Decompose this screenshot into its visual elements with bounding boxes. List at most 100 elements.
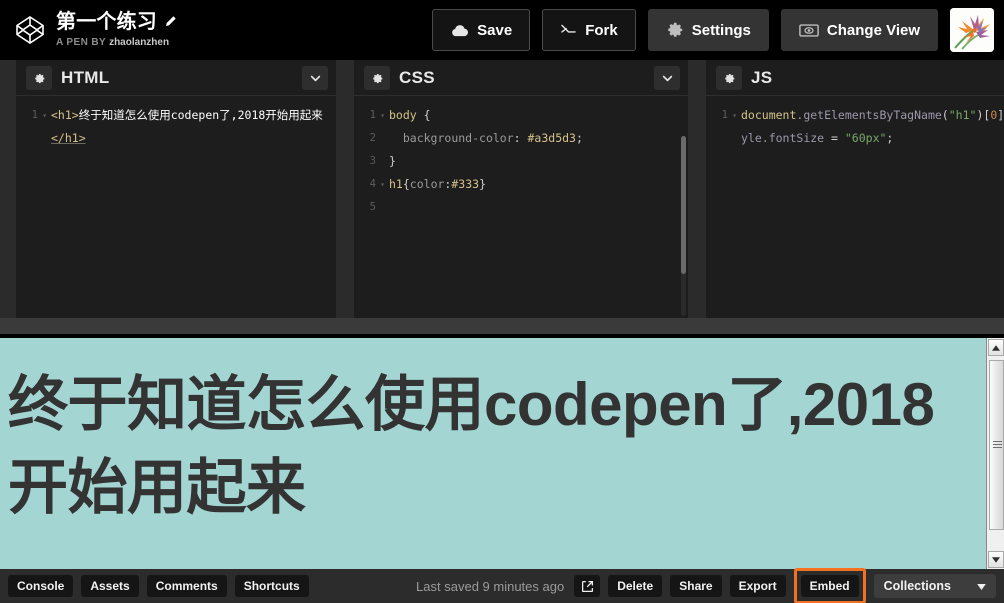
share-button[interactable]: Share — [670, 575, 722, 597]
pen-brand: 第一个练习 A PEN BY zhaolanzhen — [0, 11, 177, 50]
code-token: #a3d5d3 — [527, 131, 576, 145]
editor-pane-css: CSS 1 ▾ body { 2 background-color: #a3d5… — [354, 60, 688, 318]
pen-byline: A PEN BY zhaolanzhen — [56, 36, 177, 50]
byline-prefix: A PEN BY — [56, 36, 106, 48]
assets-button[interactable]: Assets — [81, 575, 139, 597]
code-token: "h1" — [948, 108, 977, 122]
save-button[interactable]: Save — [432, 9, 531, 51]
export-button[interactable]: Export — [729, 575, 786, 597]
save-button-label: Save — [477, 21, 513, 39]
line-number: 2 — [369, 132, 376, 144]
pen-title-block: 第一个练习 A PEN BY zhaolanzhen — [56, 11, 177, 50]
gear-icon[interactable] — [364, 66, 390, 90]
fold-toggle-icon[interactable]: ▾ — [376, 104, 389, 127]
fork-button[interactable]: Fork — [542, 9, 636, 51]
code-token: background-color — [389, 131, 514, 145]
fork-icon — [560, 23, 577, 38]
bottom-bar: Console Assets Comments Shortcuts Last s… — [0, 568, 1004, 603]
editor-scrollbar-css[interactable] — [681, 136, 686, 316]
embed-button[interactable]: Embed — [800, 575, 859, 597]
code-text: h1{color:#333} — [389, 173, 688, 196]
console-button[interactable]: Console — [8, 575, 74, 597]
code-line: 5 — [354, 196, 688, 219]
codepen-logo-icon[interactable] — [14, 14, 46, 46]
collections-label: Collections — [883, 579, 951, 593]
code-text: background-color: #a3d5d3; — [389, 127, 688, 150]
left-gutter — [0, 60, 16, 318]
pen-author[interactable]: zhaolanzhen — [109, 37, 169, 48]
pane-divider[interactable] — [688, 60, 706, 318]
code-token: </h1> — [51, 131, 86, 145]
avatar[interactable] — [950, 8, 994, 52]
settings-button-label: Settings — [691, 21, 751, 39]
settings-button[interactable]: Settings — [647, 9, 769, 51]
comments-button[interactable]: Comments — [146, 575, 227, 597]
code-line: 1 ▾ document.getElementsByTagName("h1")[… — [706, 104, 1004, 150]
delete-button[interactable]: Delete — [608, 575, 663, 597]
top-bar-actions: Save Fork Settings Change View — [432, 0, 1004, 60]
pane-divider[interactable] — [336, 60, 354, 318]
code-text: body { — [389, 104, 688, 127]
code-token: color — [409, 177, 445, 191]
code-area-js[interactable]: 1 ▾ document.getElementsByTagName("h1")[… — [706, 96, 1004, 318]
code-token: ; — [886, 131, 894, 145]
external-link-icon[interactable] — [574, 575, 601, 597]
fold-toggle-icon[interactable]: ▾ — [38, 104, 51, 127]
code-line: 4 ▾ h1{color:#333} — [354, 173, 688, 196]
chevron-down-icon[interactable] — [654, 66, 680, 90]
code-token: ( — [941, 108, 949, 122]
code-token: body — [389, 108, 424, 122]
cloud-icon — [450, 24, 469, 37]
pencil-icon[interactable] — [164, 15, 177, 28]
pane-header-css: CSS — [354, 60, 688, 96]
line-number: 1 — [369, 109, 376, 121]
code-token: #333 — [451, 177, 480, 191]
code-token: <h1> — [51, 108, 79, 122]
code-token: { — [423, 108, 431, 122]
code-text: document.getElementsByTagName("h1")[0].s… — [741, 104, 1004, 150]
code-text: <h1>终于知道怎么使用codepen了,2018开始用起来 </h1> — [51, 104, 336, 150]
pane-label-js: JS — [751, 68, 773, 87]
gear-icon[interactable] — [26, 66, 52, 90]
shortcuts-button[interactable]: Shortcuts — [234, 575, 309, 597]
code-token: .fontSize — [761, 131, 825, 145]
code-token: } — [389, 154, 396, 168]
line-number: 5 — [369, 201, 376, 213]
triangle-up-icon[interactable] — [988, 339, 1004, 356]
code-line: 1 ▾ <h1>终于知道怎么使用codepen了,2018开始用起来 </h1> — [16, 104, 336, 150]
code-line: 1 ▾ body { — [354, 104, 688, 127]
editor-pane-js: JS 1 ▾ document.getElementsByTagName("h1… — [706, 60, 1004, 318]
scrollbar-thumb[interactable] — [989, 360, 1004, 530]
code-line: 3 } — [354, 150, 688, 173]
embed-button-highlight: Embed — [793, 568, 866, 603]
code-area-css[interactable]: 1 ▾ body { 2 background-color: #a3d5d3; … — [354, 96, 688, 318]
top-bar: 第一个练习 A PEN BY zhaolanzhen Save Fork Set… — [0, 0, 1004, 60]
editor-panes: HTML 1 ▾ <h1>终于知道怎么使用codepen了,2018开始用起来<… — [0, 60, 1004, 318]
code-token: ; — [575, 131, 583, 145]
scrollbar-thumb[interactable] — [681, 136, 686, 274]
code-token: } — [479, 177, 486, 191]
collections-dropdown[interactable]: Collections — [873, 574, 996, 598]
preview-scrollbar[interactable] — [986, 338, 1004, 569]
triangle-down-icon[interactable] — [988, 551, 1004, 568]
fork-button-label: Fork — [585, 21, 618, 39]
preview-iframe[interactable]: 终于知道怎么使用codepen了,2018开始用起来 — [0, 338, 1004, 569]
fold-toggle-icon[interactable]: ▾ — [376, 173, 389, 196]
gear-icon[interactable] — [716, 66, 742, 90]
code-token: .getElementsByTagName — [796, 108, 942, 122]
code-text: } — [389, 150, 688, 173]
page-title[interactable]: 第一个练习 — [56, 11, 157, 33]
code-area-html[interactable]: 1 ▾ <h1>终于知道怎么使用codepen了,2018开始用起来 </h1> — [16, 96, 336, 318]
editor-pane-html: HTML 1 ▾ <h1>终于知道怎么使用codepen了,2018开始用起来<… — [16, 60, 336, 318]
code-line: 2 background-color: #a3d5d3; — [354, 127, 688, 150]
change-view-button[interactable]: Change View — [780, 9, 938, 51]
change-view-button-label: Change View — [826, 21, 920, 39]
code-token: { — [402, 177, 410, 191]
resize-handle[interactable] — [0, 318, 1004, 336]
chevron-down-icon[interactable] — [302, 66, 328, 90]
scrollbar-grip-icon — [993, 441, 1002, 449]
code-token: : — [513, 131, 528, 145]
fold-toggle-icon[interactable]: ▾ — [728, 104, 741, 127]
line-number: 1 — [31, 109, 38, 121]
pen-title-row: 第一个练习 — [56, 11, 177, 33]
